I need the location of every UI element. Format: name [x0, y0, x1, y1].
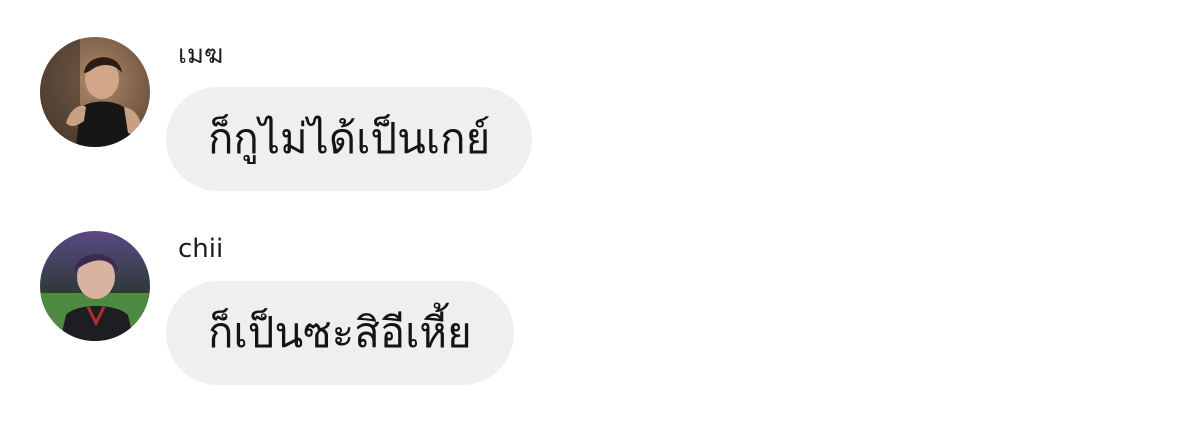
sender-avatar[interactable]: [40, 37, 150, 147]
avatar-photo-icon: [40, 37, 150, 147]
sender-avatar[interactable]: [40, 231, 150, 341]
message-bubble[interactable]: ก็กูไม่ได้เป็นเกย์: [166, 87, 533, 191]
message-text: ก็เป็นซะสิอีเหี้ย: [208, 308, 472, 357]
message-bubble[interactable]: ก็เป็นซะสิอีเหี้ย: [166, 281, 514, 385]
message-text: ก็กูไม่ได้เป็นเกย์: [208, 114, 491, 163]
chat-thread: เมฆ ก็กูไม่ได้เป็นเกย์ chii ก็เป็นซะสิอี…: [0, 0, 1200, 422]
sender-name: เมฆ: [178, 40, 224, 70]
avatar-photo-icon: [40, 231, 150, 341]
sender-name: chii: [178, 234, 224, 264]
